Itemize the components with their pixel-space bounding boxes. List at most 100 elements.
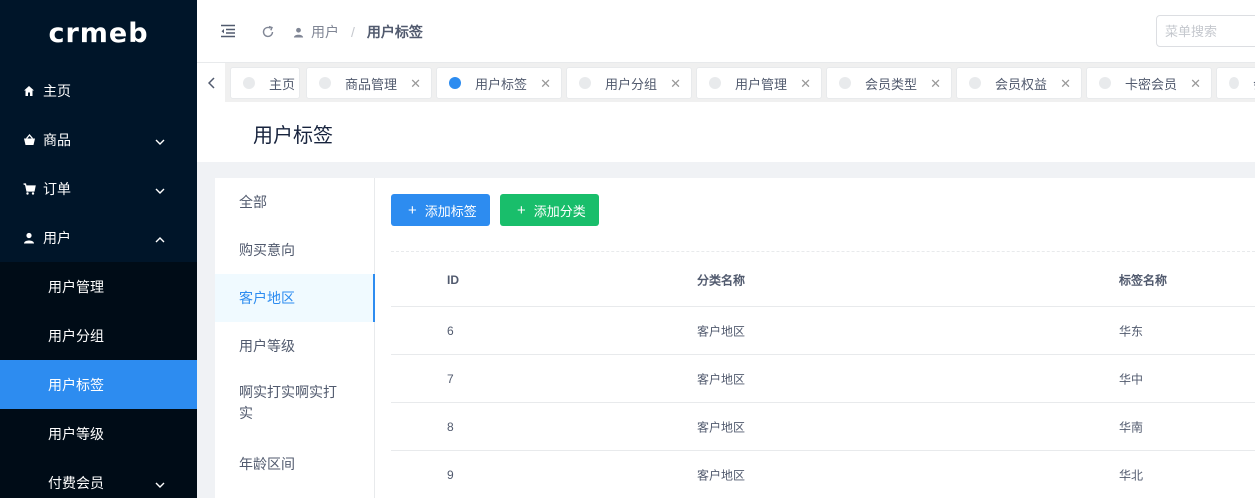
tab-product-management[interactable]: 商品管理 ✕ [306,67,432,99]
tab-dot-icon [579,77,591,89]
cart-icon [22,182,36,196]
sidebar-item-orders[interactable]: 订单 [0,164,197,213]
breadcrumb-parent[interactable]: 用户 [293,22,339,42]
sidebar-submenu-users: 用户管理 用户分组 用户标签 用户等级 付费会员 [0,262,197,498]
breadcrumb-separator: / [351,24,355,40]
tab-home[interactable]: 主页 [230,67,300,99]
home-icon [22,84,36,98]
table-row[interactable]: 9 客户地区 华北 [391,451,1255,498]
breadcrumb-current: 用户标签 [366,24,423,40]
tab-label: 商品管理 [345,76,398,92]
cell-tag: 华东 [1119,324,1144,338]
cell-id: 9 [447,467,454,482]
table-row[interactable]: 8 客户地区 华南 [391,403,1255,451]
sidebar-subitem-label: 用户分组 [48,327,104,344]
sidebar-item-users[interactable]: 用户 [0,213,197,262]
refresh-icon[interactable] [259,23,277,41]
tab-user-groups[interactable]: 用户分组 ✕ [566,67,692,99]
tab-label: 用户管理 [735,76,788,92]
page-title: 用户标签 [253,125,333,147]
chevron-left-icon [207,76,215,89]
add-category-label: 添加分类 [533,203,586,219]
close-icon[interactable]: ✕ [1060,76,1071,92]
tabs-scroll-left-button[interactable] [197,63,225,102]
plus-icon: + [517,201,526,219]
tab-dot-icon [319,77,331,89]
logo[interactable]: crmeb [0,0,197,66]
top-header: 用户 / 用户标签 [197,0,1255,62]
category-label: 啊实打实啊实打实 [239,384,337,421]
close-icon[interactable]: ✕ [1190,76,1201,92]
chevron-down-icon [155,181,165,197]
tab-member-benefits[interactable]: 会员权益 ✕ [956,67,1082,99]
sidebar-item-label: 订单 [43,180,71,197]
sidebar-subitem-paid-members[interactable]: 付费会员 [0,458,197,498]
tab-user-management[interactable]: 用户管理 ✕ [696,67,822,99]
sidebar-subitem-user-tags[interactable]: 用户标签 [0,360,197,409]
tab-user-tags[interactable]: 用户标签 ✕ [436,67,562,99]
breadcrumb: 用户 / 用户标签 [293,22,423,42]
basket-icon [22,133,36,147]
cell-id: 7 [447,371,454,386]
table-row[interactable]: 7 客户地区 华中 [391,355,1255,403]
cell-category: 客户地区 [697,324,746,338]
page-header: 用户标签 [197,102,1255,162]
sidebar-subitem-user-levels[interactable]: 用户等级 [0,409,197,458]
category-item-user-level[interactable]: 用户等级 [215,322,375,370]
chevron-down-icon [155,475,165,491]
tab-dot-icon [1099,77,1111,89]
main-content: 全部 购买意向 客户地区 用户等级 啊实打实啊实打实 年龄区间 + 添加标签 +… [215,178,1255,498]
tab-dot-icon [449,77,461,89]
category-item-all[interactable]: 全部 [215,178,375,226]
menu-collapse-icon[interactable] [219,22,237,40]
category-label: 购买意向 [239,241,295,258]
close-icon[interactable]: ✕ [930,76,941,92]
close-icon[interactable]: ✕ [800,76,811,92]
cell-tag: 华南 [1119,420,1144,434]
category-item-customer-region[interactable]: 客户地区 [215,274,375,322]
logo-text: crmeb [48,17,149,49]
chevron-up-icon [155,230,165,246]
close-icon[interactable]: ✕ [670,76,681,92]
menu-search-input[interactable] [1156,15,1255,47]
tags-table: ID 分类名称 标签名称 6 客户地区 华东 7 客户地区 华中 8 客户地区 … [391,254,1255,498]
sidebar-subitem-label: 付费会员 [48,474,104,491]
sidebar-subitem-user-management[interactable]: 用户管理 [0,262,197,311]
sidebar-item-products[interactable]: 商品 [0,115,197,164]
category-label: 年龄区间 [239,455,295,472]
tab-member-types[interactable]: 会员类型 ✕ [826,67,952,99]
category-label: 全部 [239,193,267,210]
close-icon[interactable]: ✕ [410,76,421,92]
sidebar: crmeb 主页 商品 订单 用户 用户管理 用户分组 用户标签 用户等级 付费… [0,0,197,498]
add-tag-button[interactable]: + 添加标签 [391,194,490,226]
table-row[interactable]: 6 客户地区 华东 [391,307,1255,355]
column-header-category: 分类名称 [697,273,746,288]
cell-category: 客户地区 [697,372,746,386]
cell-category: 客户地区 [697,468,746,482]
tab-card-members[interactable]: 卡密会员 ✕ [1086,67,1212,99]
add-category-button[interactable]: + 添加分类 [500,194,599,226]
tabs-bar: 主页 商品管理 ✕ 用户标签 ✕ 用户分组 ✕ 用户管理 ✕ 会员类型 ✕ 会员… [197,62,1255,102]
tab-dot-icon [969,77,981,89]
plus-icon: + [408,201,417,219]
tab-dot-icon [243,77,255,89]
sidebar-subitem-label: 用户管理 [48,278,104,295]
category-label: 客户地区 [239,289,295,306]
column-header-tag: 标签名称 [1119,273,1168,288]
sidebar-item-home[interactable]: 主页 [0,66,197,115]
category-item-age-range[interactable]: 年龄区间 [215,440,375,488]
add-tag-label: 添加标签 [424,203,477,219]
chevron-down-icon [155,132,165,148]
tab-partial[interactable]: 会 [1216,67,1255,99]
category-item-purchase-intent[interactable]: 购买意向 [215,226,375,274]
sidebar-subitem-user-groups[interactable]: 用户分组 [0,311,197,360]
tab-label: 会员类型 [865,76,918,92]
close-icon[interactable]: ✕ [540,76,551,92]
category-label: 用户等级 [239,337,295,354]
sidebar-subitem-label: 用户等级 [48,425,104,442]
divider [391,251,1255,252]
user-icon [22,231,36,245]
sidebar-item-label: 用户 [43,229,71,246]
tab-dot-icon [1229,77,1239,89]
category-item-custom[interactable]: 啊实打实啊实打实 [215,372,375,434]
